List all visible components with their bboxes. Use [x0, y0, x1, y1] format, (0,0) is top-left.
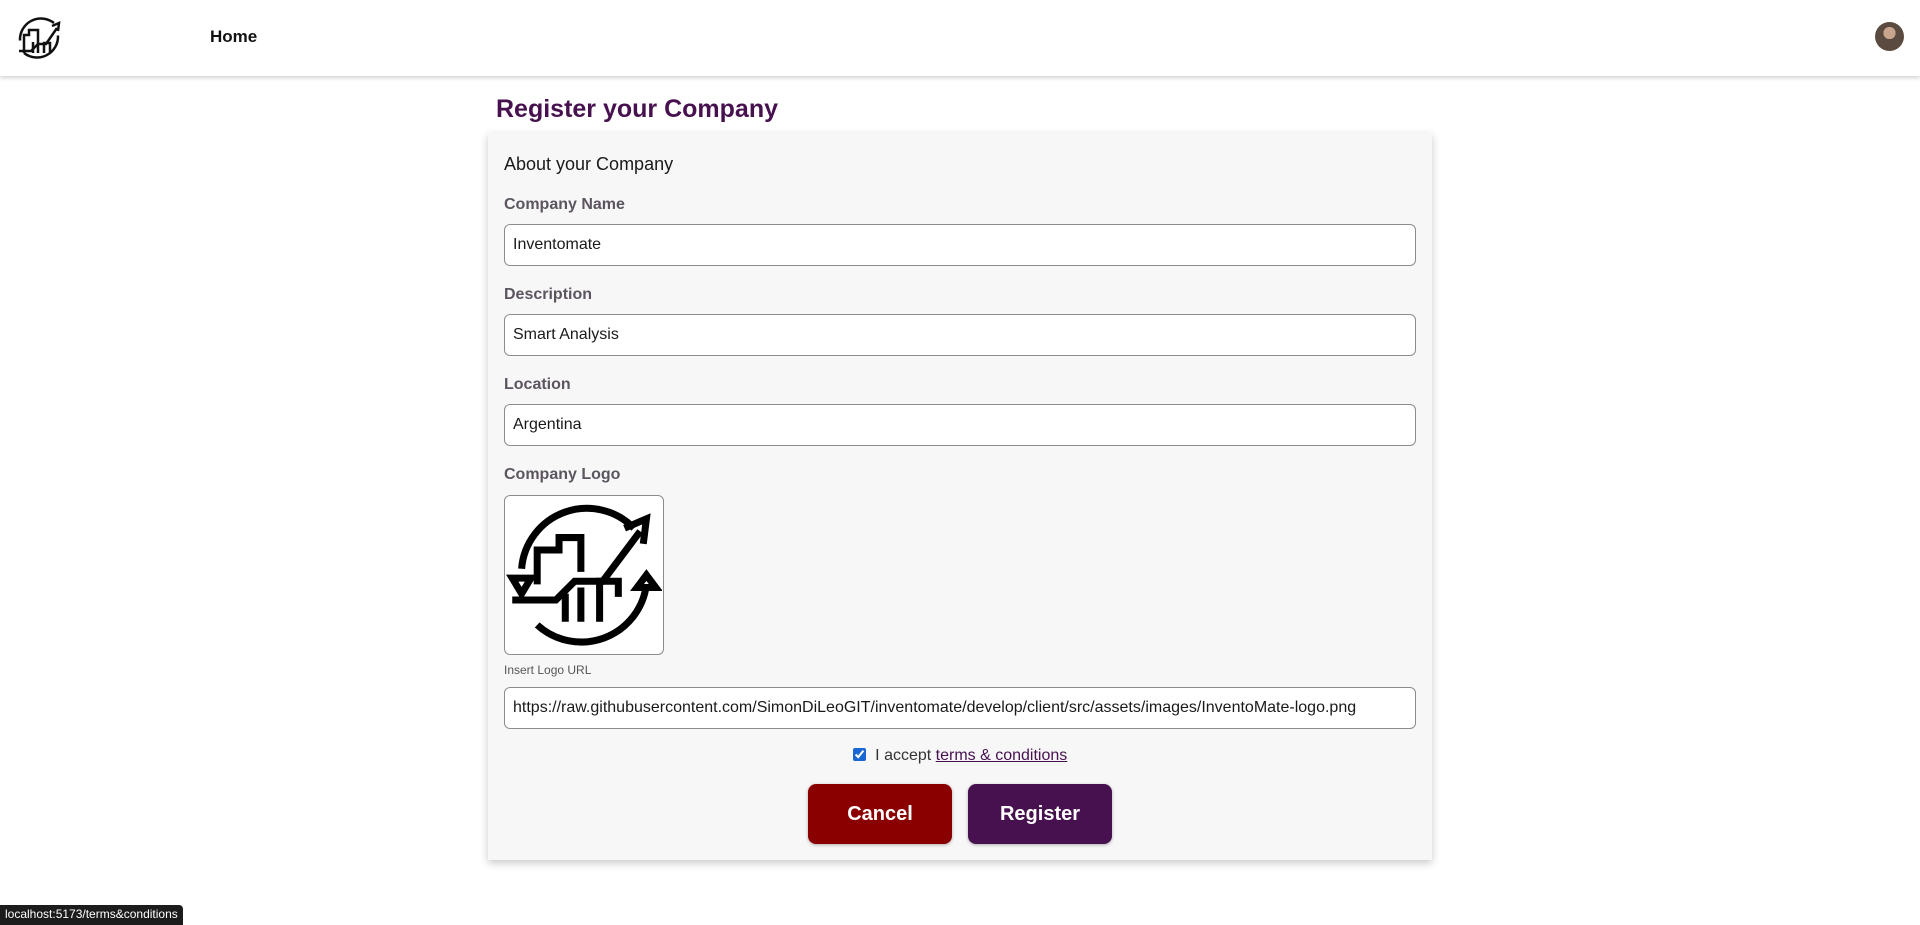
status-bar-url: localhost:5173/terms&conditions — [0, 905, 183, 925]
cancel-button[interactable]: Cancel — [808, 784, 952, 844]
register-button[interactable]: Register — [968, 784, 1112, 844]
logo-url-input[interactable] — [504, 687, 1416, 729]
company-logo-label: Company Logo — [504, 466, 621, 483]
description-label: Description — [504, 286, 593, 303]
page-title: Register your Company — [496, 95, 779, 123]
register-company-form: About your Company Company Name Descript… — [488, 133, 1432, 860]
location-label: Location — [504, 376, 571, 393]
company-logo-preview — [504, 495, 664, 655]
description-input[interactable] — [504, 314, 1416, 356]
company-name-label: Company Name — [504, 196, 625, 213]
nav-home-link[interactable]: Home — [210, 27, 257, 47]
location-input[interactable] — [504, 404, 1416, 446]
terms-checkbox[interactable] — [852, 748, 866, 761]
inventomate-logo-preview-icon — [506, 504, 663, 646]
terms-prefix: I accept — [875, 747, 932, 764]
company-name-input[interactable] — [504, 224, 1416, 266]
navbar: Home — [0, 0, 1920, 76]
user-avatar[interactable] — [1875, 22, 1904, 51]
inventomate-logo-icon[interactable] — [14, 13, 64, 63]
logo-url-label: Insert Logo URL — [504, 663, 592, 677]
terms-link[interactable]: terms & conditions — [936, 747, 1068, 764]
terms-row: I accept terms & conditions — [488, 747, 1432, 765]
form-heading: About your Company — [504, 154, 674, 174]
